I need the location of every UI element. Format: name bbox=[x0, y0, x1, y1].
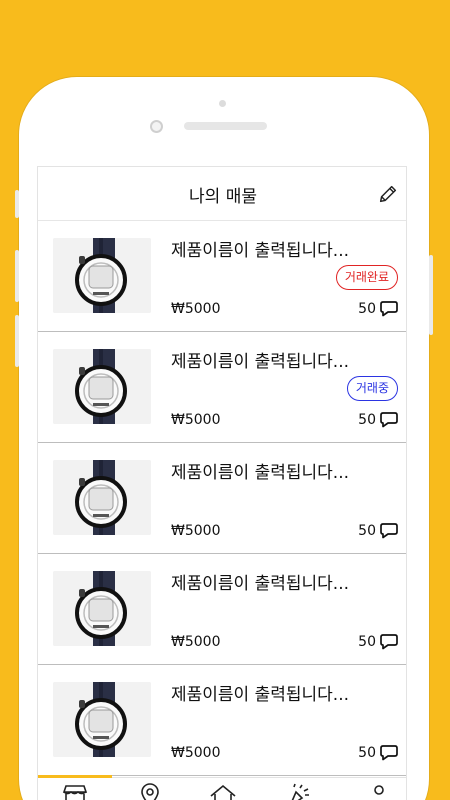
page-title: 나의 매물 bbox=[189, 187, 257, 207]
chat-count: 50 bbox=[358, 745, 376, 761]
list-item[interactable]: 제품이름이 출력됩니다... 거래중 ₩5000 50 bbox=[38, 332, 406, 443]
phone-speaker bbox=[184, 122, 267, 130]
phone-side-button bbox=[15, 190, 19, 218]
product-price: ₩5000 bbox=[171, 412, 221, 428]
person-icon[interactable] bbox=[364, 782, 394, 800]
chat-count: 50 bbox=[358, 523, 376, 539]
product-price: ₩5000 bbox=[171, 523, 221, 539]
location-pin-icon[interactable] bbox=[135, 782, 165, 800]
product-name: 제품이름이 출력됩니다... bbox=[171, 685, 350, 705]
phone-power-button bbox=[429, 255, 433, 335]
chat-count: 50 bbox=[358, 412, 376, 428]
phone-camera bbox=[150, 120, 163, 133]
phone-volume-down-button bbox=[15, 315, 19, 367]
product-thumbnail bbox=[53, 571, 151, 646]
chat-bubble-icon bbox=[380, 412, 398, 428]
chat-bubble-icon bbox=[380, 745, 398, 761]
product-thumbnail bbox=[53, 349, 151, 424]
app-screen: 나의 매물 제품이름이 출력됩니다... 거래완료 ₩5000 50 제품이름이… bbox=[37, 166, 407, 800]
chat-bubble-icon bbox=[380, 523, 398, 539]
header: 나의 매물 bbox=[38, 167, 406, 221]
product-name: 제품이름이 출력됩니다... bbox=[171, 463, 350, 483]
status-badge: 거래중 bbox=[346, 376, 398, 401]
list-item[interactable]: 제품이름이 출력됩니다... 거래완료 ₩5000 50 bbox=[38, 221, 406, 332]
product-price: ₩5000 bbox=[171, 634, 221, 650]
chat-count: 50 bbox=[358, 301, 376, 317]
celebration-icon[interactable] bbox=[282, 782, 312, 800]
bottom-tab-bar bbox=[38, 775, 406, 800]
chat-bubble-icon bbox=[380, 301, 398, 317]
list-item[interactable]: 제품이름이 출력됩니다... ₩5000 50 bbox=[38, 554, 406, 665]
pencil-icon[interactable] bbox=[377, 183, 399, 205]
list-item[interactable]: 제품이름이 출력됩니다... ₩5000 50 bbox=[38, 665, 406, 776]
product-thumbnail bbox=[53, 682, 151, 757]
chat-count: 50 bbox=[358, 634, 376, 650]
product-thumbnail bbox=[53, 460, 151, 535]
phone-volume-up-button bbox=[15, 250, 19, 302]
product-name: 제품이름이 출력됩니다... bbox=[171, 574, 350, 594]
product-price: ₩5000 bbox=[171, 301, 221, 317]
chat-bubble-icon bbox=[380, 634, 398, 650]
active-tab-indicator bbox=[38, 775, 112, 778]
product-price: ₩5000 bbox=[171, 745, 221, 761]
home-icon[interactable] bbox=[208, 782, 238, 800]
product-name: 제품이름이 출력됩니다... bbox=[171, 352, 350, 372]
product-name: 제품이름이 출력됩니다... bbox=[171, 241, 350, 261]
list-item[interactable]: 제품이름이 출력됩니다... ₩5000 50 bbox=[38, 443, 406, 554]
product-thumbnail bbox=[53, 238, 151, 313]
phone-sensor bbox=[219, 100, 226, 107]
store-icon[interactable] bbox=[60, 782, 90, 800]
status-badge: 거래완료 bbox=[335, 265, 398, 290]
